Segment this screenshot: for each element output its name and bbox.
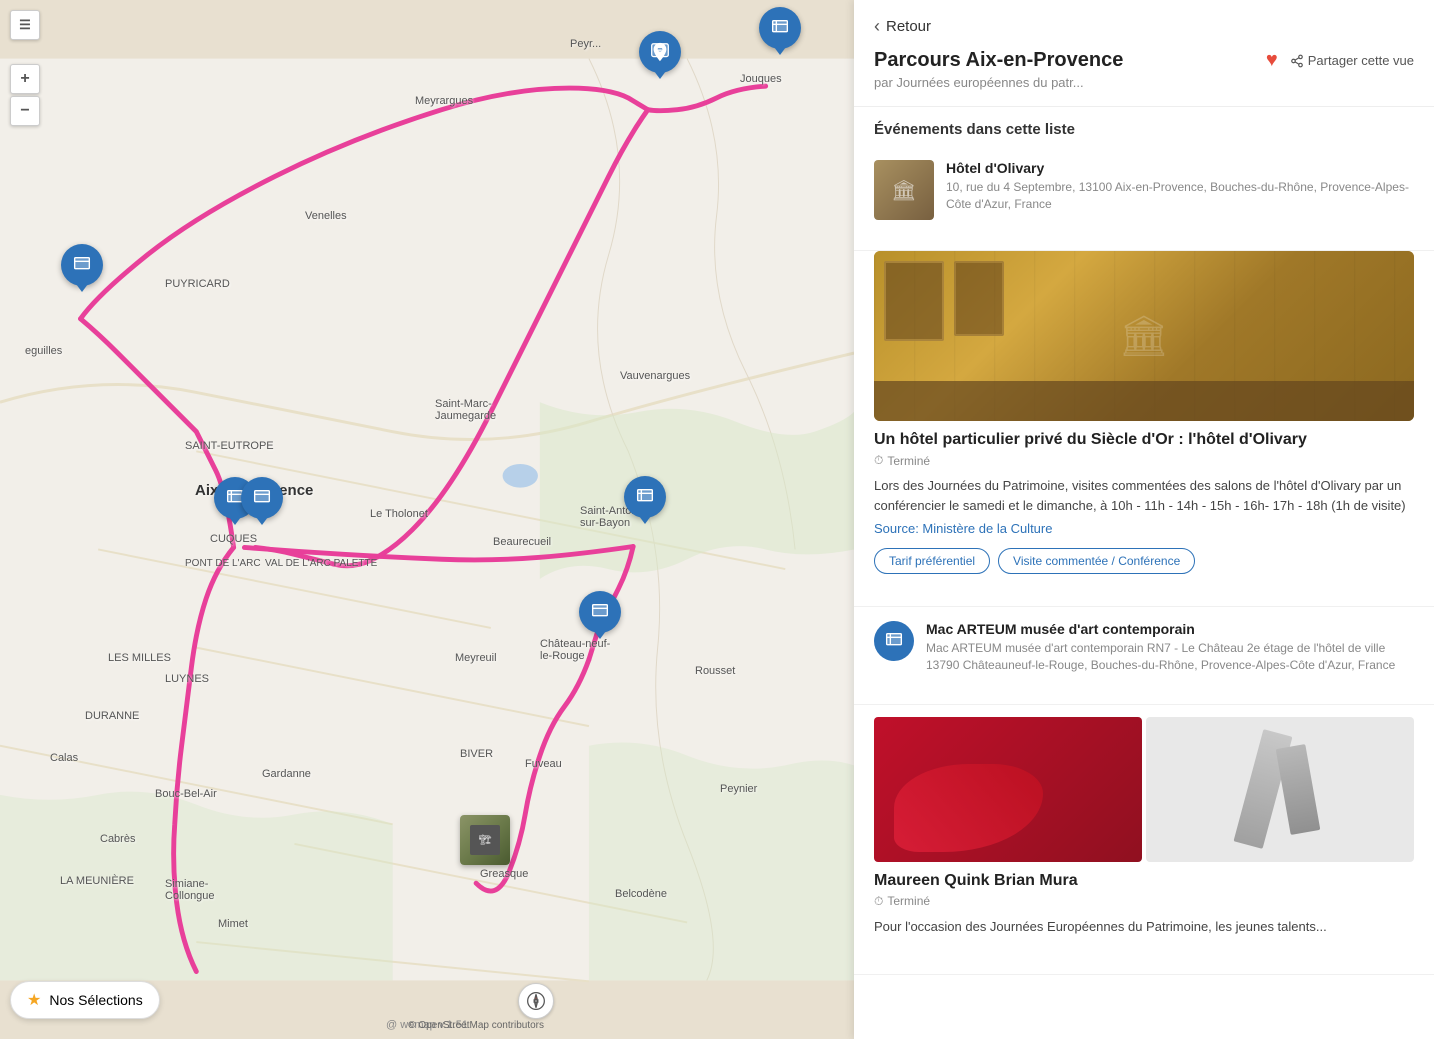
parcours-title: Parcours Aix-en-Provence [874,49,1123,72]
tag-tarif[interactable]: Tarif préférentiel [874,548,990,574]
map-pin-7[interactable] [579,591,621,633]
event-info-mac-arteum: Mac ARTEUM musée d'art contemporain Mac … [926,621,1414,674]
zoom-out-button[interactable]: − [10,96,40,126]
back-label: Retour [886,18,931,35]
event-item-hotel-olivary-large[interactable]: 🏛 Un hôtel particulier privé du Siècle d… [854,251,1434,607]
favorite-button[interactable]: ♥ [1266,49,1278,72]
osm-attribution: © OpenStreetMap contributors [408,1020,544,1031]
share-label: Partager cette vue [1308,53,1414,68]
share-button[interactable]: Partager cette vue [1290,53,1414,68]
event-desc-hotel-olivary: Lors des Journées du Patrimoine, visites… [874,476,1414,515]
event-info-hotel-olivary: Hôtel d'Olivary 10, rue du 4 Septembre, … [946,160,1414,213]
event-desc-maureen-quink: Pour l'occasion des Journées Européennes… [874,917,1414,937]
event-item-mac-arteum-small[interactable]: Mac ARTEUM musée d'art contemporain Mac … [854,607,1434,705]
sidebar: ‹ Retour Parcours Aix-en-Provence par Jo… [854,0,1434,1039]
tag-visite[interactable]: Visite commentée / Conférence [998,548,1195,574]
event-image-hotel-olivary: 🏛 [874,251,1414,421]
sidebar-content[interactable]: 🏛 Hôtel d'Olivary 10, rue du 4 Septembre… [854,146,1434,1039]
compass-button[interactable] [518,983,554,1019]
event-item-maureen-quink[interactable]: Maureen Quink Brian Mura ⏱ Terminé Pour … [854,705,1434,976]
clock-icon: ⏱ [874,453,883,468]
map-pin-thumbnail[interactable]: 🏗 [460,815,510,865]
zoom-in-button[interactable]: + [10,64,40,94]
evenements-title: Événements dans cette liste [854,107,1434,146]
nos-selections-button[interactable]: ★ Nos Sélections [10,981,160,1019]
event-tags-hotel-olivary: Tarif préférentiel Visite commentée / Co… [874,548,1414,574]
map-pin-5[interactable] [241,477,283,519]
map-container[interactable]: Meyrargues Venelles PUYRICARD eguilles S… [0,0,854,1039]
event-status-hotel-olivary: ⏱ Terminé [874,453,1414,468]
sidebar-header: ‹ Retour Parcours Aix-en-Provence par Jo… [854,0,1434,107]
event-name-mac-arteum: Mac ARTEUM musée d'art contemporain [926,621,1414,637]
map-background [0,0,854,1039]
event-thumb-hotel-olivary: 🏛 [874,160,934,220]
map-pin-1[interactable] [639,31,681,73]
map-controls: ☰ + − [10,10,40,126]
event-status-maureen-quink: ⏱ Terminé [874,894,1414,909]
event-image-dual-maureen [874,717,1414,862]
star-icon: ★ [27,990,41,1010]
event-title-hotel-olivary: Un hôtel particulier privé du Siècle d'O… [874,431,1414,449]
event-name-hotel-olivary: Hôtel d'Olivary [946,160,1414,176]
event-source-link[interactable]: Source: Ministère de la Culture [874,521,1414,536]
event-address-hotel-olivary: 10, rue du 4 Septembre, 13100 Aix-en-Pro… [946,179,1414,213]
back-arrow-icon: ‹ [874,16,880,37]
parcours-actions: ♥ Partager cette vue [1266,49,1414,72]
event-item-hotel-olivary-small[interactable]: 🏛 Hôtel d'Olivary 10, rue du 4 Septembre… [854,146,1434,251]
menu-button[interactable]: ☰ [10,10,40,40]
clock-icon-maureen: ⏱ [874,894,883,909]
event-icon-mac-arteum [874,621,914,661]
map-pin-6[interactable] [624,476,666,518]
nos-selections-label: Nos Sélections [49,992,142,1008]
event-title-maureen-quink: Maureen Quink Brian Mura [874,872,1414,890]
parcours-subtitle: par Journées européennes du patr... [874,75,1123,90]
event-address-mac-arteum: Mac ARTEUM musée d'art contemporain RN7 … [926,640,1414,674]
back-button[interactable]: ‹ Retour [874,16,1414,37]
map-pin-2[interactable] [759,7,801,49]
map-pin-3[interactable] [61,244,103,286]
